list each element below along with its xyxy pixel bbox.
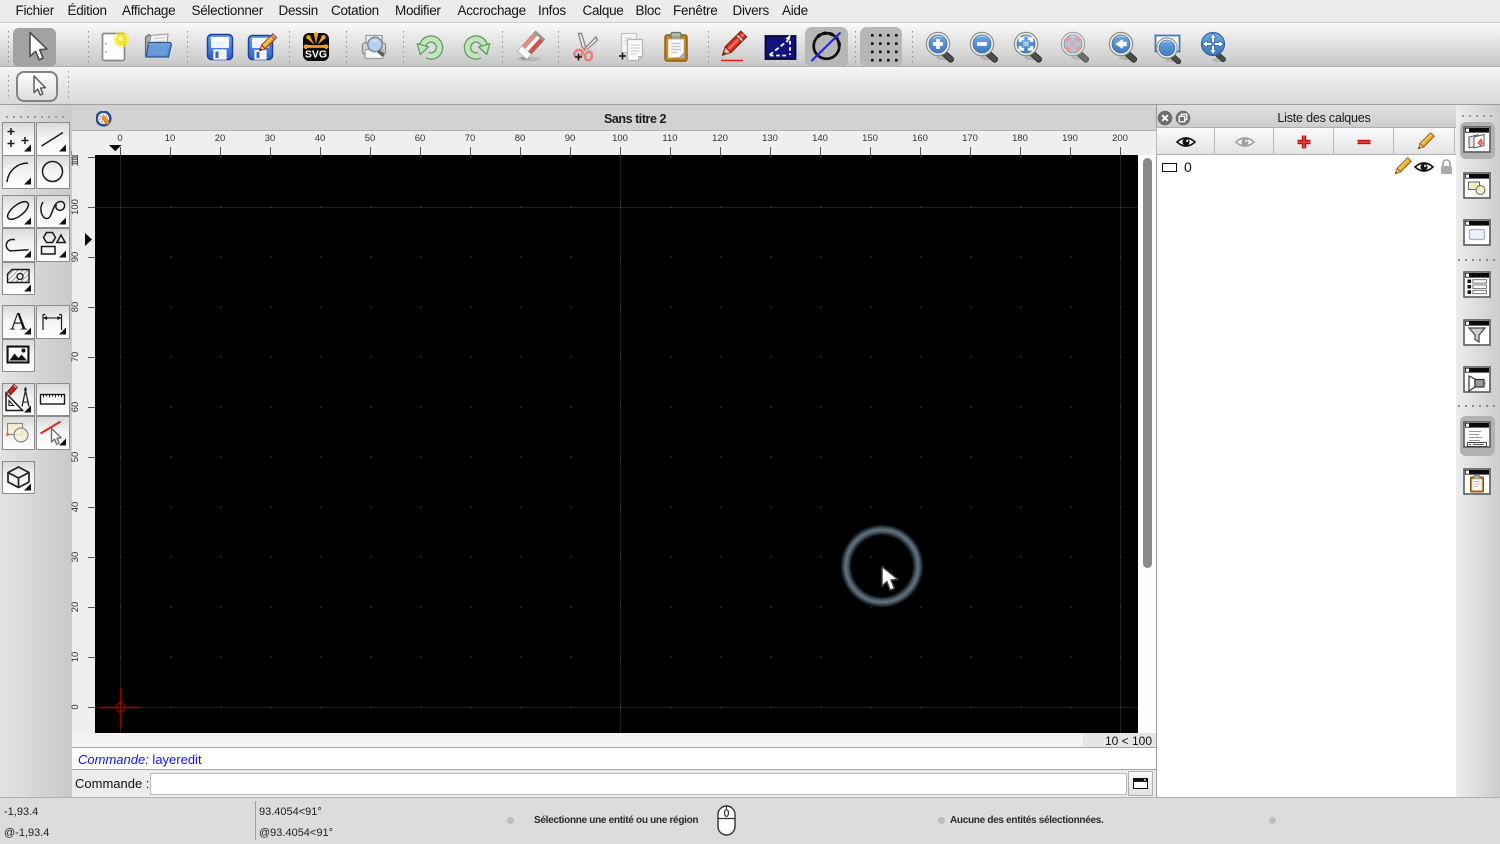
svg-text:SVG: SVG xyxy=(304,49,326,61)
svg-text:A: A xyxy=(9,309,27,336)
